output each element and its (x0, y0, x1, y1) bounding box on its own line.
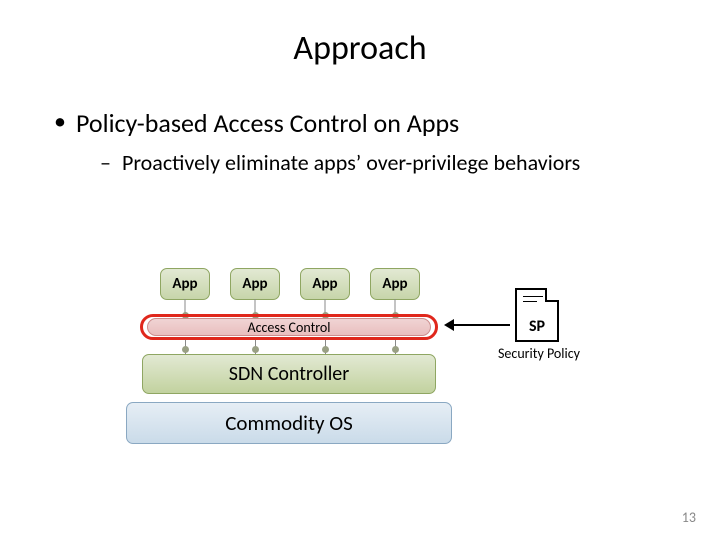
document-icon: SP (515, 288, 559, 342)
doc-lines (523, 296, 543, 306)
sp-caption: Security Policy (498, 346, 580, 362)
access-control-box: Access Control (147, 318, 431, 336)
app-box: App (230, 268, 280, 300)
app-box: App (370, 268, 420, 300)
app-box: App (160, 268, 210, 300)
connector-dot (252, 346, 259, 353)
connector-dot (322, 346, 329, 353)
app-box: App (300, 268, 350, 300)
diagram: App App App App Access Control SDN Contr… (120, 268, 620, 488)
bullet-level-1: Policy-based Access Control on Apps (54, 107, 680, 139)
page-number: 13 (682, 509, 696, 526)
bullet-level-2: Proactively eliminate apps’ over-privile… (100, 149, 680, 177)
arrow-icon (446, 324, 510, 326)
commodity-os-box: Commodity OS (126, 402, 452, 444)
sdn-controller-box: SDN Controller (142, 354, 436, 394)
connector-dot (182, 346, 189, 353)
connector-dot (392, 346, 399, 353)
slide-title: Approach (40, 28, 680, 69)
slide: Approach Policy-based Access Control on … (0, 0, 720, 540)
sp-label: SP (517, 317, 557, 336)
